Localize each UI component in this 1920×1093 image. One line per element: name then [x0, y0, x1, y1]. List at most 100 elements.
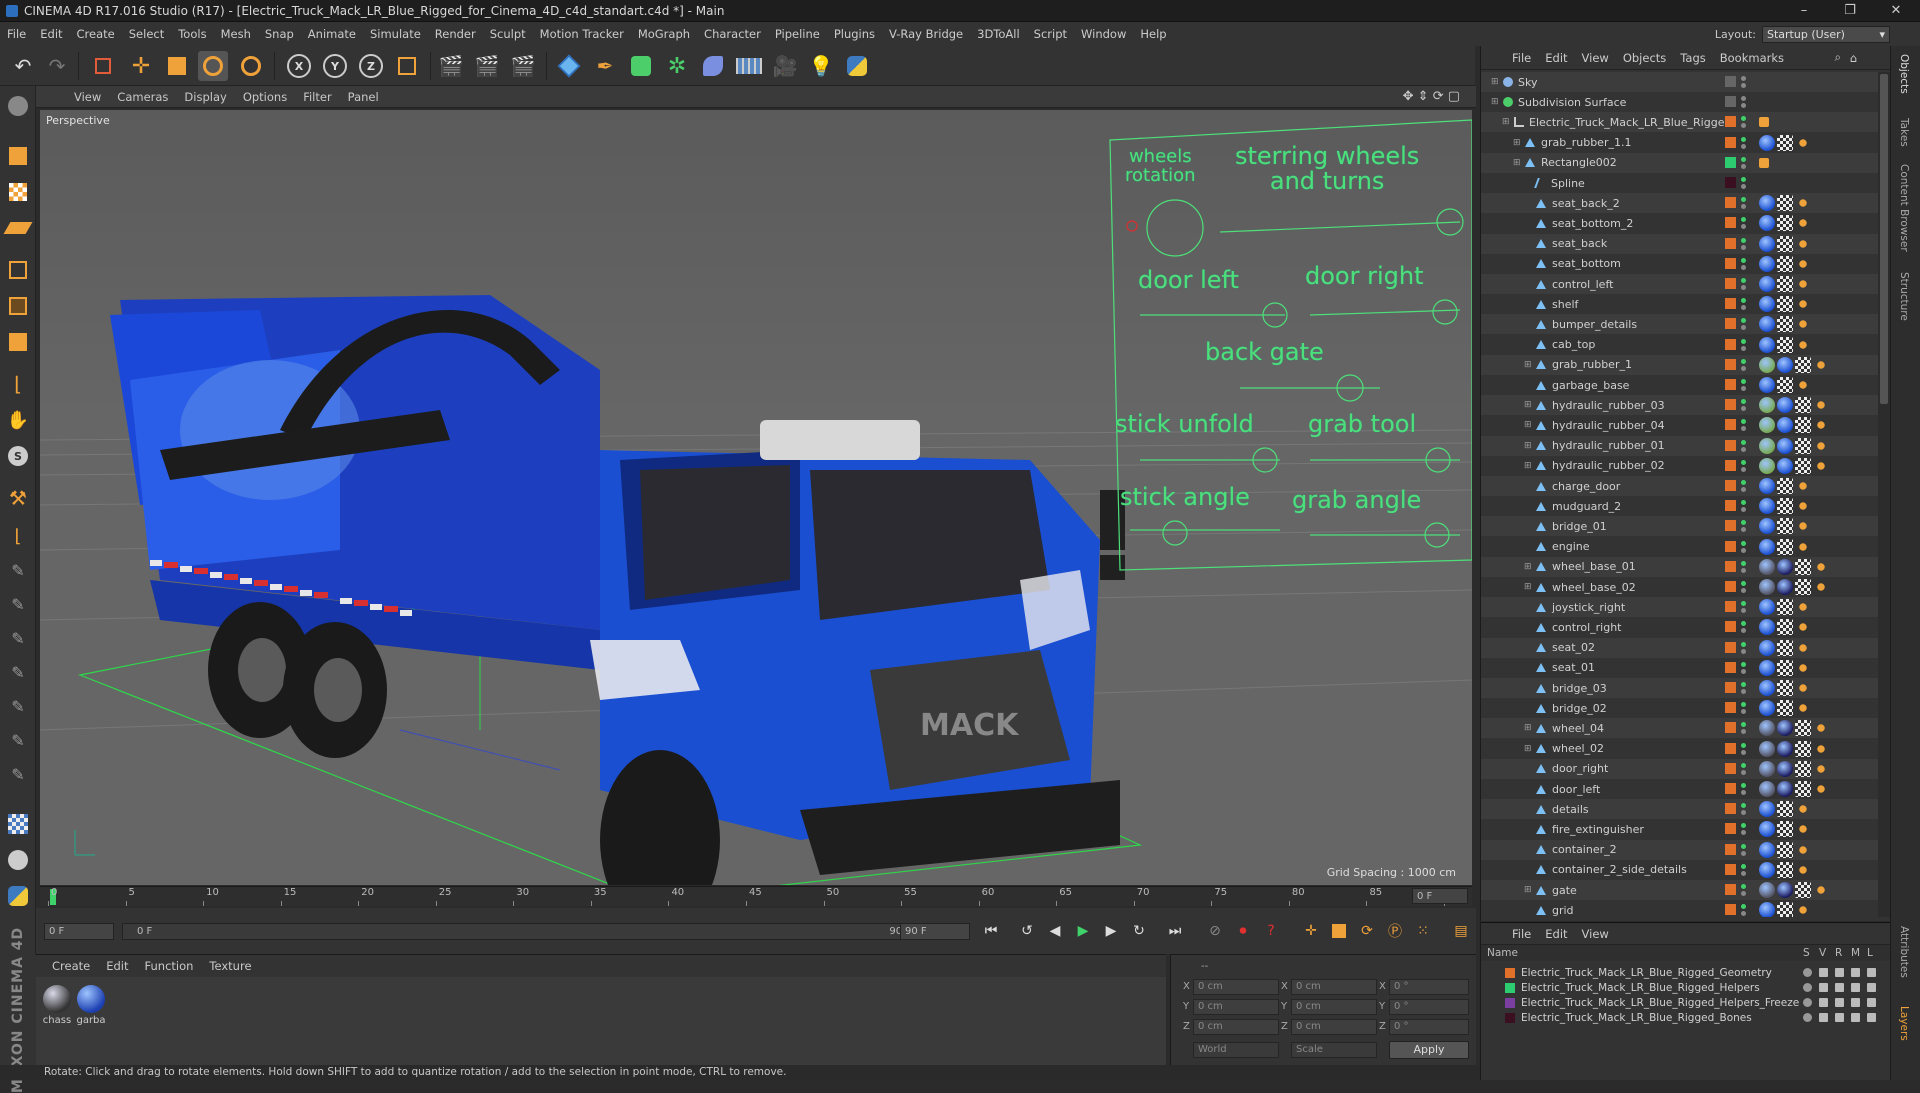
layer-color-swatch[interactable] — [1725, 298, 1736, 310]
lock-icon[interactable] — [1867, 1013, 1876, 1022]
menu-render[interactable]: Render — [428, 27, 483, 41]
render-visibility-dot[interactable] — [1741, 386, 1746, 391]
editor-visibility-dot[interactable] — [1741, 884, 1746, 889]
material-tag-icon[interactable] — [1777, 882, 1793, 898]
editor-visibility-dot[interactable] — [1741, 197, 1746, 203]
texture-tag-icon[interactable] — [1777, 861, 1793, 878]
object-row[interactable]: Spline — [1481, 173, 1879, 193]
layer-color-swatch[interactable] — [1725, 661, 1736, 673]
layer-color-swatch[interactable] — [1725, 560, 1736, 572]
render-icon[interactable] — [1835, 968, 1844, 977]
render-picture-viewer-button[interactable]: 🎬 — [472, 51, 502, 81]
material-tag-icon[interactable] — [1759, 781, 1775, 797]
editor-visibility-dot[interactable] — [1741, 682, 1746, 687]
texture-tag-icon[interactable] — [1777, 902, 1793, 917]
layer-color-swatch[interactable] — [1725, 156, 1736, 168]
texture-tag-icon[interactable] — [1795, 356, 1811, 373]
layer-color-swatch[interactable] — [1725, 480, 1736, 491]
material-tag-icon[interactable] — [1759, 336, 1775, 353]
tag-icon[interactable] — [1759, 157, 1769, 168]
editor-visibility-dot[interactable] — [1741, 76, 1746, 81]
editor-visibility-dot[interactable] — [1741, 439, 1746, 445]
key-param-button[interactable]: Ⓟ — [1382, 918, 1408, 944]
layer-color-swatch[interactable] — [1725, 379, 1736, 390]
object-row[interactable]: ⊞ Electric_Truck_Mack_LR_Blue_Rigged — [1481, 112, 1879, 133]
coordinate-system-button[interactable] — [392, 51, 422, 81]
object-menu-view[interactable]: View — [1575, 51, 1616, 65]
manager-icon[interactable] — [1851, 983, 1860, 992]
render-visibility-dot[interactable] — [1741, 628, 1746, 634]
editor-visibility-dot[interactable] — [1741, 379, 1746, 384]
camera-button[interactable]: 🎥 — [770, 51, 800, 81]
material-tag-icon[interactable] — [1759, 558, 1775, 575]
lock-workplane-button[interactable] — [4, 846, 32, 874]
previous-key-button[interactable]: ↺ — [1014, 918, 1040, 944]
selection-tag-icon[interactable] — [1813, 417, 1829, 434]
render-visibility-dot[interactable] — [1741, 264, 1746, 270]
render-visibility-dot[interactable] — [1741, 608, 1746, 614]
texture-tag-icon[interactable] — [1777, 700, 1793, 717]
lock-icon[interactable] — [1867, 998, 1876, 1007]
solo-icon[interactable] — [1803, 1013, 1812, 1022]
material-menu-function[interactable]: Function — [137, 959, 202, 973]
layer-color-swatch[interactable] — [1505, 967, 1515, 978]
layer-color-swatch[interactable] — [1725, 459, 1736, 471]
material-tag-icon[interactable] — [1759, 720, 1775, 737]
object-menu-objects[interactable]: Objects — [1616, 51, 1673, 65]
layer-color-swatch[interactable] — [1725, 177, 1736, 188]
render-visibility-dot[interactable] — [1741, 466, 1746, 472]
object-row[interactable]: grid — [1481, 900, 1879, 917]
floor-button[interactable] — [734, 51, 764, 81]
material-tag-icon[interactable] — [1759, 821, 1775, 838]
object-row[interactable]: ⊞ hydraulic_rubber_02 — [1481, 456, 1879, 476]
selection-tag-icon[interactable] — [1795, 801, 1811, 818]
object-row[interactable]: ⊞ wheel_02 — [1481, 739, 1879, 759]
light-button[interactable]: 💡 — [806, 51, 836, 81]
layer-color-swatch[interactable] — [1725, 682, 1736, 693]
object-row[interactable]: bridge_02 — [1481, 698, 1879, 718]
editor-visibility-dot[interactable] — [1741, 783, 1746, 788]
home-icon[interactable]: ⌂ — [1843, 51, 1864, 65]
material-chass[interactable]: chass — [42, 985, 72, 1026]
texture-tag-icon[interactable] — [1777, 680, 1793, 696]
object-row[interactable]: ⊞ wheel_base_01 — [1481, 556, 1879, 577]
cube-button[interactable] — [554, 51, 584, 81]
render-visibility-dot[interactable] — [1741, 143, 1746, 149]
range-slider[interactable]: 0 F 90 F — [122, 923, 926, 940]
selection-tag-icon[interactable] — [1813, 457, 1829, 474]
material-tag-icon[interactable] — [1777, 781, 1793, 797]
layer-color-swatch[interactable] — [1725, 500, 1736, 512]
selection-tag-icon[interactable] — [1795, 478, 1811, 494]
menu-tools[interactable]: Tools — [171, 27, 213, 41]
material-tag-icon[interactable] — [1759, 457, 1775, 474]
editor-visibility-dot[interactable] — [1741, 722, 1746, 728]
selection-tag-icon[interactable] — [1813, 579, 1829, 595]
selection-tag-icon[interactable] — [1795, 255, 1811, 272]
material-tag-icon[interactable] — [1759, 902, 1775, 917]
material-garba[interactable]: garba — [76, 985, 106, 1026]
editor-visibility-dot[interactable] — [1741, 96, 1746, 102]
editor-visibility-dot[interactable] — [1741, 581, 1746, 586]
selection-tag-icon[interactable] — [1795, 902, 1811, 917]
material-tag-icon[interactable] — [1777, 417, 1793, 434]
layer-color-swatch[interactable] — [1725, 520, 1736, 532]
texture-tag-icon[interactable] — [1795, 397, 1811, 414]
selection-tag-icon[interactable] — [1795, 316, 1811, 333]
texture-tag-icon[interactable] — [1777, 276, 1793, 292]
selection-tag-icon[interactable] — [1795, 538, 1811, 555]
material-tag-icon[interactable] — [1759, 619, 1775, 636]
viewport-menu-filter[interactable]: Filter — [295, 90, 339, 104]
selection-tag-icon[interactable] — [1795, 276, 1811, 292]
material-tag-icon[interactable] — [1759, 639, 1775, 656]
coordinate-space-select[interactable]: World — [1193, 1042, 1279, 1058]
texture-tag-icon[interactable] — [1777, 478, 1793, 494]
selection-tag-icon[interactable] — [1813, 760, 1829, 777]
expand-icon[interactable]: ⊞ — [1524, 441, 1534, 451]
material-tag-icon[interactable] — [1759, 579, 1775, 595]
render-visibility-dot[interactable] — [1741, 446, 1746, 452]
expand-icon[interactable]: ⊞ — [1524, 461, 1534, 471]
viewport-menu-panel[interactable]: Panel — [340, 90, 387, 104]
workplane-axis-button[interactable]: ⌊ — [4, 522, 32, 550]
lock-icon[interactable] — [1867, 983, 1876, 992]
material-tag-icon[interactable] — [1759, 134, 1775, 151]
